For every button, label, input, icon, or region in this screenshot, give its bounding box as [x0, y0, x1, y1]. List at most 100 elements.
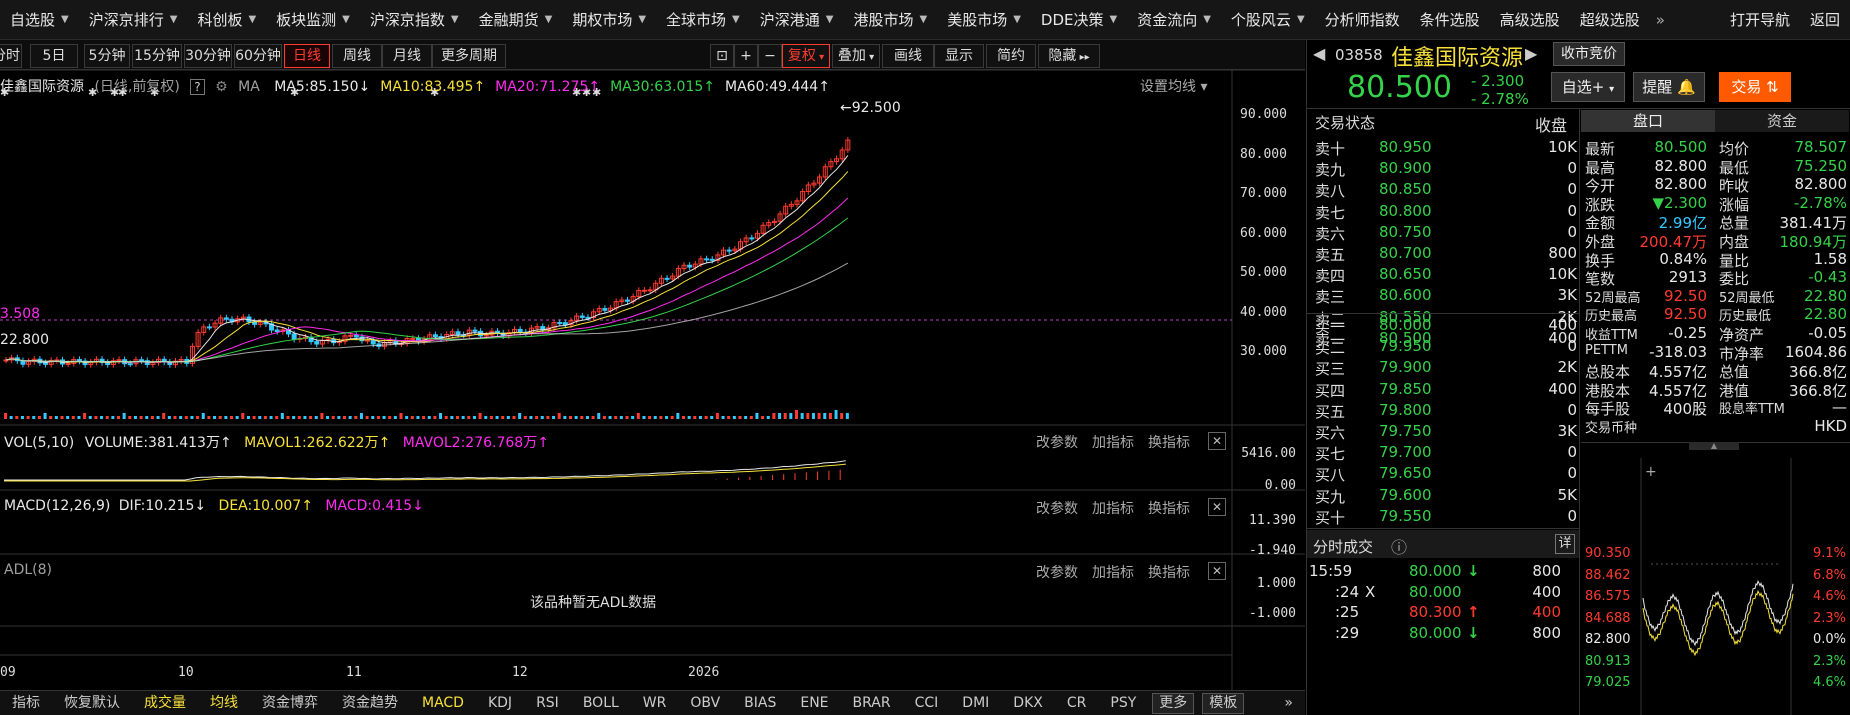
indicator-tab-16[interactable]: DMI [950, 691, 1001, 715]
quote-value: 1.58 [1813, 249, 1847, 268]
period-8[interactable]: 月线 [382, 44, 432, 68]
indicator-tab-13[interactable]: ENE [788, 691, 840, 715]
indicator-tab-12[interactable]: BIAS [732, 691, 788, 715]
panel-button-0-0[interactable]: 改参数 [1036, 432, 1078, 452]
indicator-tab-3[interactable]: 均线 [198, 691, 250, 715]
indicator-tab-19[interactable]: PSY [1098, 691, 1148, 715]
indicator-tab-18[interactable]: CR [1055, 691, 1099, 715]
indicator-tab-7[interactable]: KDJ [476, 691, 524, 715]
trade-button[interactable]: 交易 ⇅ [1719, 72, 1791, 102]
zoom-in-icon[interactable]: + [734, 44, 758, 68]
menu-right-1[interactable]: 返回 [1800, 0, 1850, 40]
order-level: 买二 [1315, 339, 1346, 358]
auction-button[interactable]: 收市竞价 [1553, 42, 1625, 66]
period-2[interactable]: 5分钟 [84, 44, 130, 68]
indicator-tab-17[interactable]: DKX [1001, 691, 1055, 715]
info-icon[interactable]: ⓘ [1391, 534, 1407, 558]
indicator-tab-15[interactable]: CCI [903, 691, 951, 715]
indicator-tab-1[interactable]: 恢复默认 [52, 691, 132, 715]
ma-settings-button[interactable]: 设置均线 ▾ [1140, 76, 1207, 96]
period-1[interactable]: 5日 [30, 44, 78, 68]
indicator-tab-14[interactable]: BRAR [841, 691, 903, 715]
indicator-tab-5[interactable]: 资金趋势 [330, 691, 410, 715]
menu-item-16[interactable]: 高级选股 [1490, 0, 1570, 40]
period-7[interactable]: 周线 [332, 44, 382, 68]
candle-body [65, 362, 71, 365]
menu-item-2[interactable]: 科创板 ▼ [187, 0, 266, 40]
menu-item-11[interactable]: DDE决策 ▼ [1031, 0, 1127, 40]
period-6[interactable]: 日线 [284, 44, 330, 68]
close-icon[interactable]: ✕ [1208, 432, 1226, 450]
period-4[interactable]: 30分钟 [184, 44, 232, 68]
panel-button-2-1[interactable]: 加指标 [1092, 562, 1134, 582]
collapse-handle[interactable]: ▲ [1689, 442, 1739, 450]
alert-button[interactable]: 提醒 🔔 [1633, 72, 1705, 102]
period-5[interactable]: 60分钟 [234, 44, 282, 68]
panel-button-2-2[interactable]: 换指标 [1148, 562, 1190, 582]
menu-item-0[interactable]: 自选股 ▼ [0, 0, 79, 40]
tool-0[interactable]: 复权 ▾ [782, 44, 830, 68]
indicator-tab-9[interactable]: BOLL [571, 691, 631, 715]
ticks-detail-button[interactable]: 详 [1555, 534, 1575, 554]
panel-button-0-2[interactable]: 换指标 [1148, 432, 1190, 452]
menu-item-14[interactable]: 分析师指数 [1315, 0, 1410, 40]
period-3[interactable]: 15分钟 [132, 44, 182, 68]
menu-item-9[interactable]: 港股市场 ▼ [843, 0, 937, 40]
kline-chart-area[interactable]: ✱ ✱ ✱ ✱ ✱ ✱ ✱ ✱ ✱ ✱ 佳鑫国际资源 (日线,前复权) ? ⚙ MA MA5:85… [0, 70, 1305, 695]
help-icon[interactable]: ? [190, 79, 205, 95]
watchlist-button[interactable]: 自选+ ▾ [1551, 72, 1625, 102]
indicator-tab-11[interactable]: OBV [678, 691, 732, 715]
menu-item-10[interactable]: 美股市场 ▼ [937, 0, 1031, 40]
menu-item-label: DDE决策 [1040, 11, 1104, 29]
menu-item-8[interactable]: 沪深港通 ▼ [750, 0, 844, 40]
tab-pankou[interactable]: 盘口 [1581, 110, 1715, 132]
panel-button-1-1[interactable]: 加指标 [1092, 498, 1134, 518]
candle-body [641, 289, 647, 292]
tool-5[interactable]: 隐藏 ▸▸ [1038, 44, 1100, 68]
menu-item-3[interactable]: 板块监测 ▼ [266, 0, 360, 40]
tab-funds[interactable]: 资金 [1715, 110, 1849, 132]
panel-button-2-0[interactable]: 改参数 [1036, 562, 1078, 582]
close-icon[interactable]: ✕ [1208, 562, 1226, 580]
next-stock-icon[interactable]: ▶ [1525, 44, 1537, 63]
indicator-tab-2[interactable]: 成交量 [132, 691, 198, 715]
menu-right-0[interactable]: 打开导航 [1720, 0, 1800, 40]
panel-button-0-1[interactable]: 加指标 [1092, 432, 1134, 452]
indicator-tab-21[interactable]: 模板 [1202, 692, 1245, 714]
indicator-tab-6[interactable]: MACD [410, 691, 476, 715]
menu-more-icon[interactable]: » [1650, 0, 1671, 40]
period-0[interactable]: 分时 [0, 44, 22, 68]
scroll-right-icon[interactable]: » [1272, 691, 1305, 715]
indicator-tab-10[interactable]: WR [631, 691, 679, 715]
menu-item-1[interactable]: 沪深京排行 ▼ [79, 0, 188, 40]
indicator-tab-8[interactable]: RSI [524, 691, 571, 715]
tool-3[interactable]: 显示 [934, 44, 984, 68]
mini-add-icon[interactable]: + [1645, 464, 1657, 480]
menu-item-12[interactable]: 资金流向 ▼ [1127, 0, 1221, 40]
tool-4[interactable]: 简约 [986, 44, 1036, 68]
zoom-out-icon[interactable]: − [758, 44, 782, 68]
volume-bar [241, 413, 245, 419]
indicator-tab-20[interactable]: 更多 [1152, 692, 1195, 714]
menu-item-17[interactable]: 超级选股 [1570, 0, 1650, 40]
candle-body [455, 331, 461, 336]
settings-gear-icon[interactable]: ⚙ [215, 79, 228, 95]
left-price-marker: 3.508 [0, 306, 41, 322]
menu-item-7[interactable]: 全球市场 ▼ [656, 0, 750, 40]
panel-button-1-0[interactable]: 改参数 [1036, 498, 1078, 518]
menu-item-6[interactable]: 期权市场 ▼ [562, 0, 656, 40]
panel-button-1-2[interactable]: 换指标 [1148, 498, 1190, 518]
indicator-tab-4[interactable]: 资金博弈 [250, 691, 330, 715]
tool-2[interactable]: 画线 [882, 44, 934, 68]
lock-icon[interactable]: ⊡ [710, 44, 734, 68]
menu-item-5[interactable]: 金融期货 ▼ [469, 0, 563, 40]
close-icon[interactable]: ✕ [1208, 498, 1226, 516]
tick-price: 80.300 [1409, 603, 1462, 621]
period-9[interactable]: 更多周期 [432, 44, 506, 68]
indicator-tab-0[interactable]: 指标 [0, 691, 52, 715]
menu-item-13[interactable]: 个股风云 ▼ [1221, 0, 1315, 40]
menu-item-15[interactable]: 条件选股 [1410, 0, 1490, 40]
tool-1[interactable]: 叠加 ▾ [832, 44, 880, 68]
menu-item-4[interactable]: 沪深京指数 ▼ [360, 0, 469, 40]
prev-stock-icon[interactable]: ◀ [1313, 44, 1325, 63]
